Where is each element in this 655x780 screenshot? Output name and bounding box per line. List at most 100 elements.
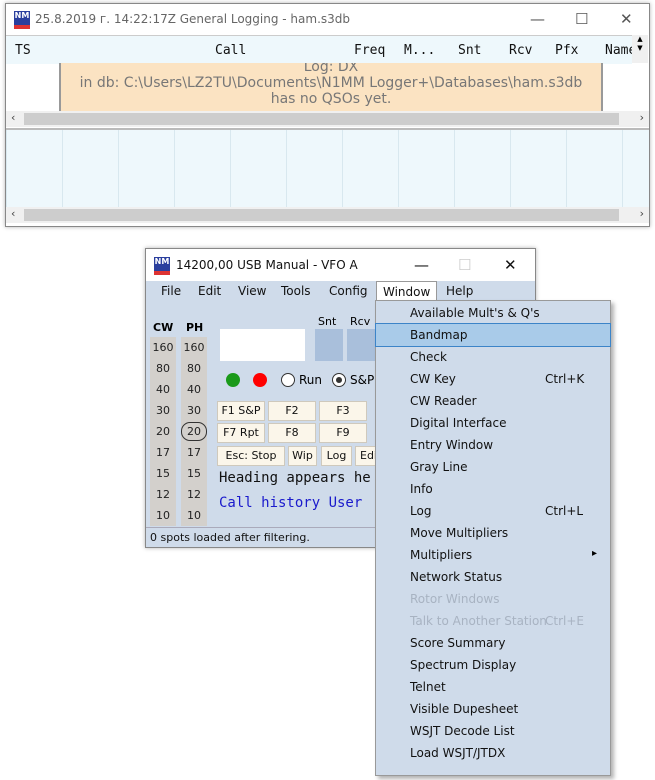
sp-radio[interactable]	[332, 373, 346, 387]
band-cw-17[interactable]: 17	[150, 442, 176, 463]
minimize-button[interactable]: —	[530, 10, 545, 28]
column-pfx[interactable]: Pfx	[555, 43, 578, 58]
menu-item-telnet[interactable]: Telnet	[376, 676, 610, 698]
f8-button[interactable]: F8	[268, 423, 316, 443]
f7-button[interactable]: F7 Rpt	[217, 423, 265, 443]
run-label: Run	[299, 373, 323, 387]
band-ph-30[interactable]: 30	[181, 400, 207, 421]
title-bar[interactable]: NM 14200,00 USB Manual - VFO A — ☐ ✕	[146, 249, 535, 281]
column-call[interactable]: Call	[215, 43, 246, 58]
band-ph-17[interactable]: 17	[181, 442, 207, 463]
menu-item-label: CW Reader	[410, 394, 477, 408]
band-ph-15[interactable]: 15	[181, 463, 207, 484]
menu-item-label: Digital Interface	[410, 416, 507, 430]
menu-item-available-mult-s-q-s[interactable]: Available Mult's & Q's	[376, 302, 610, 324]
menu-item-label: Load WSJT/JTDX	[410, 746, 506, 760]
snt-input[interactable]	[315, 329, 343, 361]
menu-item-multipliers[interactable]: Multipliers ▸	[376, 544, 610, 566]
f1-button[interactable]: F1 S&P	[217, 401, 265, 421]
menu-item-wsjt-decode-list[interactable]: WSJT Decode List	[376, 720, 610, 742]
maximize-button[interactable]: ☐	[575, 10, 588, 28]
menu-item-label: WSJT Decode List	[410, 724, 515, 738]
band-cw-10[interactable]: 10	[150, 505, 176, 526]
band-ph-10[interactable]: 10	[181, 505, 207, 526]
menu-help[interactable]: Help	[446, 284, 473, 298]
band-cw-12[interactable]: 12	[150, 484, 176, 505]
menu-item-label: Available Mult's & Q's	[410, 306, 540, 320]
menu-item-label: Move Multipliers	[410, 526, 509, 540]
column-rcv[interactable]: Rcv	[509, 43, 532, 58]
menu-item-label: Multipliers	[410, 548, 473, 562]
maximize-button[interactable]: ☐	[458, 256, 471, 274]
menu-item-label: Rotor Windows	[410, 592, 500, 606]
band-ph-20[interactable]: 20	[181, 422, 207, 441]
vertical-scrollbar[interactable]: ▲ ▼	[632, 35, 648, 63]
call-input[interactable]	[220, 329, 305, 361]
band-cw-40[interactable]: 40	[150, 379, 176, 400]
menu-item-network-status[interactable]: Network Status	[376, 566, 610, 588]
band-cw-30[interactable]: 30	[150, 400, 176, 421]
band-ph-160[interactable]: 160	[181, 337, 207, 358]
menu-item-spectrum-display[interactable]: Spectrum Display	[376, 654, 610, 676]
menu-item-label: Talk to Another Station	[410, 614, 547, 628]
menu-item-load-wsjt-jtdx[interactable]: Load WSJT/JTDX	[376, 742, 610, 764]
band-cw-80[interactable]: 80	[150, 358, 176, 379]
f9-button[interactable]: F9	[319, 423, 367, 443]
menu-edit[interactable]: Edit	[198, 284, 221, 298]
minimize-button[interactable]: —	[414, 256, 429, 274]
close-button[interactable]: ✕	[504, 256, 517, 274]
wip-button[interactable]: Wip	[288, 446, 317, 466]
band-cw-20[interactable]: 20	[150, 421, 176, 442]
menu-item-gray-line[interactable]: Gray Line	[376, 456, 610, 478]
menu-tools[interactable]: Tools	[281, 284, 311, 298]
column-freq[interactable]: Freq	[354, 43, 385, 58]
column-mode[interactable]: M...	[404, 43, 435, 58]
menu-item-cw-reader[interactable]: CW Reader	[376, 390, 610, 412]
cw-band-column: 160 80 40 30 20 17 15 12 10	[150, 337, 176, 526]
run-radio[interactable]	[281, 373, 295, 387]
band-cw-15[interactable]: 15	[150, 463, 176, 484]
menu-config[interactable]: Config	[329, 284, 368, 298]
horizontal-scrollbar[interactable]: ‹ ›	[6, 111, 649, 127]
band-ph-12[interactable]: 12	[181, 484, 207, 505]
menu-item-move-multipliers[interactable]: Move Multipliers	[376, 522, 610, 544]
esc-stop-button[interactable]: Esc: Stop	[217, 446, 285, 466]
band-cw-160[interactable]: 160	[150, 337, 176, 358]
menu-item-label: Entry Window	[410, 438, 494, 452]
band-ph-80[interactable]: 80	[181, 358, 207, 379]
ph-header: PH	[186, 321, 204, 334]
menu-item-entry-window[interactable]: Entry Window	[376, 434, 610, 456]
menu-item-rotor-windows: Rotor Windows	[376, 588, 610, 610]
column-name[interactable]: Name	[605, 43, 632, 58]
menu-item-visible-dupesheet[interactable]: Visible Dupesheet	[376, 698, 610, 720]
band-ph-40[interactable]: 40	[181, 379, 207, 400]
column-snt[interactable]: Snt	[458, 43, 481, 58]
ph-band-column: 160 80 40 30 20 17 15 12 10	[181, 337, 207, 526]
message-line: in db: C:\Users\LZ2TU\Documents\N1MM Log…	[79, 75, 583, 91]
f3-button[interactable]: F3	[319, 401, 367, 421]
close-button[interactable]: ✕	[620, 10, 633, 28]
green-status-icon	[226, 373, 240, 387]
menu-item-cw-key[interactable]: CW Key Ctrl+K	[376, 368, 610, 390]
horizontal-scrollbar-2[interactable]: ‹ ›	[6, 207, 649, 223]
red-status-icon	[253, 373, 267, 387]
column-header: TS Call Freq M... Snt Rcv Pfx Name	[6, 35, 632, 64]
title-bar[interactable]: NM 25.8.2019 г. 14:22:17Z General Loggin…	[6, 4, 649, 34]
window-title: 14200,00 USB Manual - VFO A	[176, 258, 358, 272]
rcv-input[interactable]	[347, 329, 377, 361]
menu-item-check[interactable]: Check	[376, 346, 610, 368]
menu-view[interactable]: View	[238, 284, 266, 298]
f2-button[interactable]: F2	[268, 401, 316, 421]
menu-item-digital-interface[interactable]: Digital Interface	[376, 412, 610, 434]
secondary-grid	[6, 128, 649, 210]
log-button[interactable]: Log	[321, 446, 352, 466]
column-ts[interactable]: TS	[15, 43, 31, 58]
menu-file[interactable]: File	[161, 284, 181, 298]
menu-item-log[interactable]: Log Ctrl+L	[376, 500, 610, 522]
message-line: Log: DX	[303, 63, 359, 75]
menu-item-talk-to-another-station: Talk to Another Station Ctrl+E	[376, 610, 610, 632]
sp-label: S&P	[350, 373, 375, 387]
menu-item-score-summary[interactable]: Score Summary	[376, 632, 610, 654]
menu-item-info[interactable]: Info	[376, 478, 610, 500]
menu-item-bandmap[interactable]: Bandmap	[375, 323, 611, 347]
